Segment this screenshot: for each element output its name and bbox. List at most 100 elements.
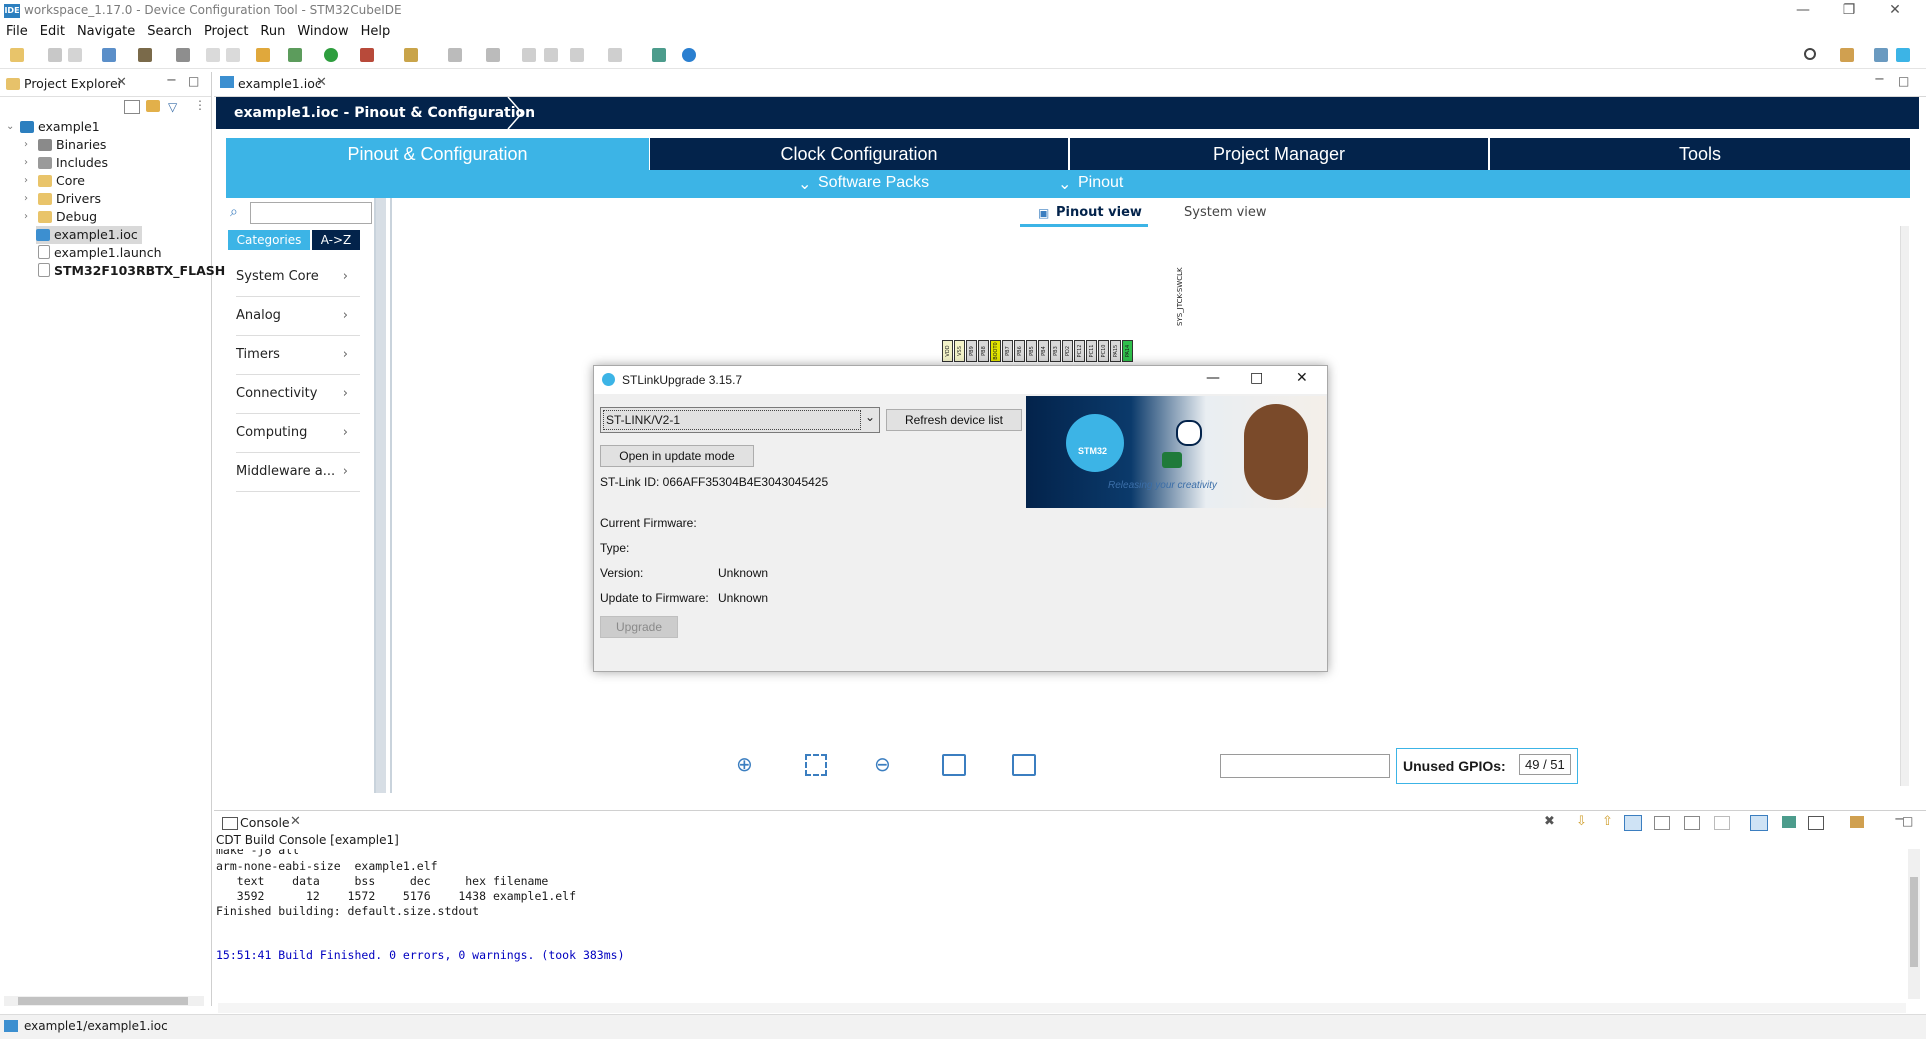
- open-perspective-icon[interactable]: [652, 48, 666, 62]
- word-wrap-icon[interactable]: [1624, 815, 1642, 831]
- maximize-console-icon[interactable]: □: [1902, 814, 1913, 828]
- maximize-editor-icon[interactable]: □: [1898, 74, 1909, 88]
- chip-pin-pb8[interactable]: PB8: [978, 340, 989, 362]
- tab-pinout-configuration[interactable]: Pinout & Configuration: [226, 138, 649, 170]
- dialog-close-icon[interactable]: ✕: [1296, 370, 1308, 386]
- info-icon[interactable]: [682, 48, 696, 62]
- open-update-mode-button[interactable]: Open in update mode: [600, 445, 754, 467]
- editor-tab-label[interactable]: example1.ioc: [238, 76, 322, 91]
- forward-icon[interactable]: [544, 48, 558, 62]
- external-tools-icon[interactable]: [360, 48, 374, 62]
- chip-pin-pb9[interactable]: PB9: [966, 340, 977, 362]
- menu-window[interactable]: Window: [291, 22, 354, 42]
- scrollbar-thumb[interactable]: [18, 997, 188, 1005]
- annotation-icon[interactable]: [448, 48, 462, 62]
- chevron-down-icon[interactable]: ⌄: [1058, 174, 1071, 194]
- rotate-left-icon[interactable]: [942, 754, 966, 776]
- tree-item-linker-script[interactable]: STM32F103RBTX_FLASH.ld: [38, 262, 243, 280]
- console-horizontal-scrollbar[interactable]: [218, 1003, 1906, 1013]
- fit-screen-icon[interactable]: [805, 754, 827, 776]
- show-lines-icon[interactable]: [1714, 816, 1730, 830]
- category-timers[interactable]: Timers ›: [236, 336, 360, 375]
- last-edit-icon[interactable]: [486, 48, 500, 62]
- horizontal-scrollbar[interactable]: [4, 996, 204, 1006]
- next-error-icon[interactable]: [1684, 816, 1700, 830]
- close-icon[interactable]: ✕: [1872, 0, 1918, 22]
- chip-pin-boot0[interactable]: BOOT0: [990, 340, 1001, 362]
- menu-navigate[interactable]: Navigate: [71, 22, 141, 42]
- generate-code-icon[interactable]: [256, 48, 270, 62]
- minimize-view-icon[interactable]: −: [166, 73, 177, 88]
- nav-forward-icon[interactable]: [608, 48, 622, 62]
- categories-tab[interactable]: Categories: [228, 230, 310, 250]
- tree-item-includes[interactable]: › Includes: [24, 154, 108, 172]
- expand-arrow-icon[interactable]: ›: [24, 136, 28, 154]
- restore-icon[interactable]: ❐: [1826, 0, 1872, 22]
- undo-icon[interactable]: [206, 48, 220, 62]
- console-vertical-scrollbar[interactable]: [1908, 849, 1920, 999]
- device-select[interactable]: ST-LINK/V2-1 ⌄: [600, 407, 880, 433]
- collapse-all-icon[interactable]: [124, 100, 140, 114]
- menu-help[interactable]: Help: [355, 22, 397, 42]
- chip-pin-pb3[interactable]: PB3: [1050, 340, 1061, 362]
- chip-pin-pb6[interactable]: PB6: [1014, 340, 1025, 362]
- tab-clock-configuration[interactable]: Clock Configuration: [650, 138, 1068, 170]
- menu-file[interactable]: File: [0, 22, 34, 42]
- perspective-icon[interactable]: [1840, 48, 1854, 62]
- build-hammer-icon[interactable]: [138, 48, 152, 62]
- link-editor-icon[interactable]: [146, 100, 160, 112]
- tree-item-example1-ioc[interactable]: example1.ioc: [36, 226, 142, 244]
- software-packs-menu[interactable]: Software Packs: [818, 174, 929, 192]
- tab-tools[interactable]: Tools: [1490, 138, 1910, 170]
- pinout-menu[interactable]: Pinout: [1078, 174, 1123, 192]
- menu-edit[interactable]: Edit: [34, 22, 71, 42]
- chip-pin-pa15[interactable]: PA15: [1110, 340, 1121, 362]
- rotate-right-icon[interactable]: [1012, 754, 1036, 776]
- zoom-out-icon[interactable]: ⊖: [874, 752, 891, 776]
- a-z-tab[interactable]: A->Z: [312, 230, 360, 250]
- nav-back-icon[interactable]: [570, 48, 584, 62]
- minimize-icon[interactable]: —: [1780, 0, 1826, 22]
- expand-arrow-icon[interactable]: ›: [24, 154, 28, 172]
- refresh-device-list-button[interactable]: Refresh device list: [886, 409, 1022, 431]
- scrollbar-thumb[interactable]: [1910, 877, 1918, 967]
- view-menu-icon[interactable]: ⋮: [194, 98, 206, 112]
- collapse-arrow-icon[interactable]: ⌄: [6, 118, 14, 136]
- menu-search[interactable]: Search: [141, 22, 198, 42]
- chip-pin-vss[interactable]: VSS: [954, 340, 965, 362]
- scroll-lock-icon[interactable]: ⇩: [1576, 814, 1587, 829]
- category-search-input[interactable]: [250, 202, 372, 224]
- dialog-maximize-icon[interactable]: □: [1250, 370, 1263, 386]
- chip-pin-pb7[interactable]: PB7: [1002, 340, 1013, 362]
- dropdown-arrow-icon[interactable]: ⌄: [865, 410, 875, 424]
- expand-arrow-icon[interactable]: ›: [24, 190, 28, 208]
- category-middleware[interactable]: Middleware a... ›: [236, 453, 360, 492]
- build-config-icon[interactable]: [102, 48, 116, 62]
- tree-item-drivers[interactable]: › Drivers: [24, 190, 101, 208]
- chip-pin-pd2[interactable]: PD2: [1062, 340, 1073, 362]
- tree-item-debug[interactable]: › Debug: [24, 208, 97, 226]
- debug-icon[interactable]: [288, 48, 302, 62]
- open-console-icon[interactable]: [1782, 816, 1796, 828]
- tree-item-core[interactable]: › Core: [24, 172, 85, 190]
- chip-pin-pa14[interactable]: PA14: [1122, 340, 1133, 362]
- category-computing[interactable]: Computing ›: [236, 414, 360, 453]
- chevron-down-icon[interactable]: ⌄: [798, 174, 811, 194]
- panel-splitter[interactable]: [376, 198, 386, 793]
- clear-console-icon[interactable]: ✖: [1544, 814, 1555, 829]
- device-icon[interactable]: [176, 48, 190, 62]
- expand-arrow-icon[interactable]: ›: [24, 172, 28, 190]
- tree-item-binaries[interactable]: › Binaries: [24, 136, 106, 154]
- tree-item-example1[interactable]: ⌄ example1: [6, 118, 100, 136]
- zoom-in-icon[interactable]: ⊕: [736, 752, 753, 776]
- run-icon[interactable]: [324, 48, 338, 62]
- back-icon[interactable]: [522, 48, 536, 62]
- chip-pin-pb4[interactable]: PB4: [1038, 340, 1049, 362]
- canvas-vertical-scrollbar[interactable]: [1900, 226, 1909, 786]
- search-tools-icon[interactable]: [404, 48, 418, 62]
- close-view-icon[interactable]: ✕: [116, 75, 127, 90]
- menu-project[interactable]: Project: [198, 22, 254, 42]
- chip-pin-pc10[interactable]: PC10: [1098, 340, 1109, 362]
- redo-icon[interactable]: [226, 48, 240, 62]
- mx-perspective-icon[interactable]: [1896, 48, 1910, 62]
